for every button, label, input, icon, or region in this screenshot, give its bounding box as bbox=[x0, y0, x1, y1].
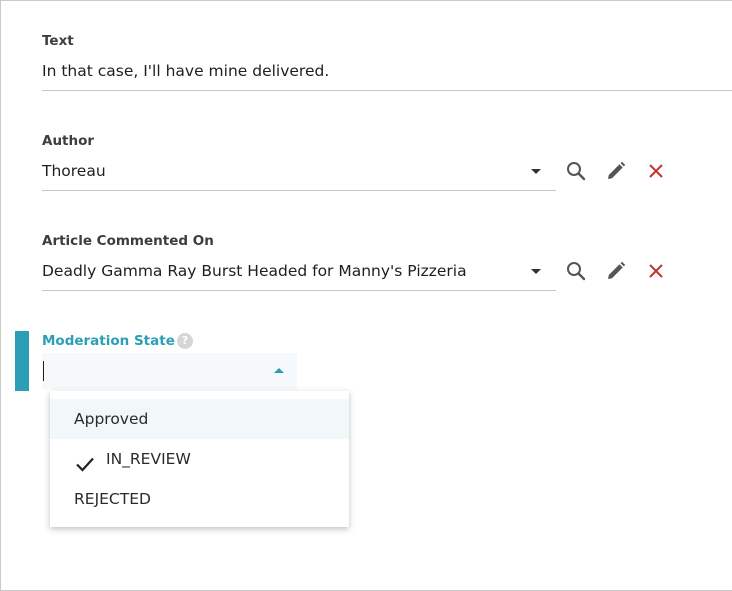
article-pencil-icon[interactable] bbox=[604, 259, 628, 283]
author-search-icon[interactable] bbox=[564, 159, 588, 183]
author-dropdown-caret[interactable] bbox=[531, 169, 541, 174]
article-field-label: Article Commented On bbox=[42, 233, 214, 249]
author-field-value[interactable]: Thoreau bbox=[42, 162, 106, 180]
article-close-icon[interactable] bbox=[644, 259, 668, 283]
article-dropdown-caret[interactable] bbox=[531, 269, 541, 274]
moderation-dropdown-caret[interactable] bbox=[274, 368, 284, 373]
moderation-state-select[interactable] bbox=[42, 353, 297, 389]
article-field-underline bbox=[42, 290, 556, 291]
author-field-label: Author bbox=[42, 133, 95, 149]
moderation-state-label: Moderation State bbox=[42, 333, 175, 349]
option-label: IN_REVIEW bbox=[106, 450, 191, 468]
article-field-value[interactable]: Deadly Gamma Ray Burst Headed for Manny'… bbox=[42, 262, 467, 280]
text-cursor bbox=[43, 361, 44, 381]
text-field-value[interactable]: In that case, I'll have mine delivered. bbox=[42, 62, 329, 80]
help-icon[interactable]: ? bbox=[177, 333, 193, 349]
author-field-underline bbox=[42, 190, 556, 191]
focus-indicator bbox=[15, 331, 29, 391]
text-field-label: Text bbox=[42, 33, 74, 49]
option-rejected[interactable]: REJECTED bbox=[50, 479, 349, 519]
option-approved[interactable]: Approved bbox=[50, 399, 349, 439]
form-panel: Text In that case, I'll have mine delive… bbox=[0, 0, 732, 591]
option-in-review[interactable]: IN_REVIEW bbox=[50, 439, 349, 479]
checkmark-icon bbox=[74, 449, 96, 472]
text-field-underline bbox=[42, 90, 732, 91]
option-label: REJECTED bbox=[74, 490, 151, 508]
option-label: Approved bbox=[74, 410, 149, 428]
moderation-state-menu: Approved IN_REVIEW REJECTED bbox=[50, 391, 349, 527]
article-search-icon[interactable] bbox=[564, 259, 588, 283]
author-close-icon[interactable] bbox=[644, 159, 668, 183]
author-pencil-icon[interactable] bbox=[604, 159, 628, 183]
